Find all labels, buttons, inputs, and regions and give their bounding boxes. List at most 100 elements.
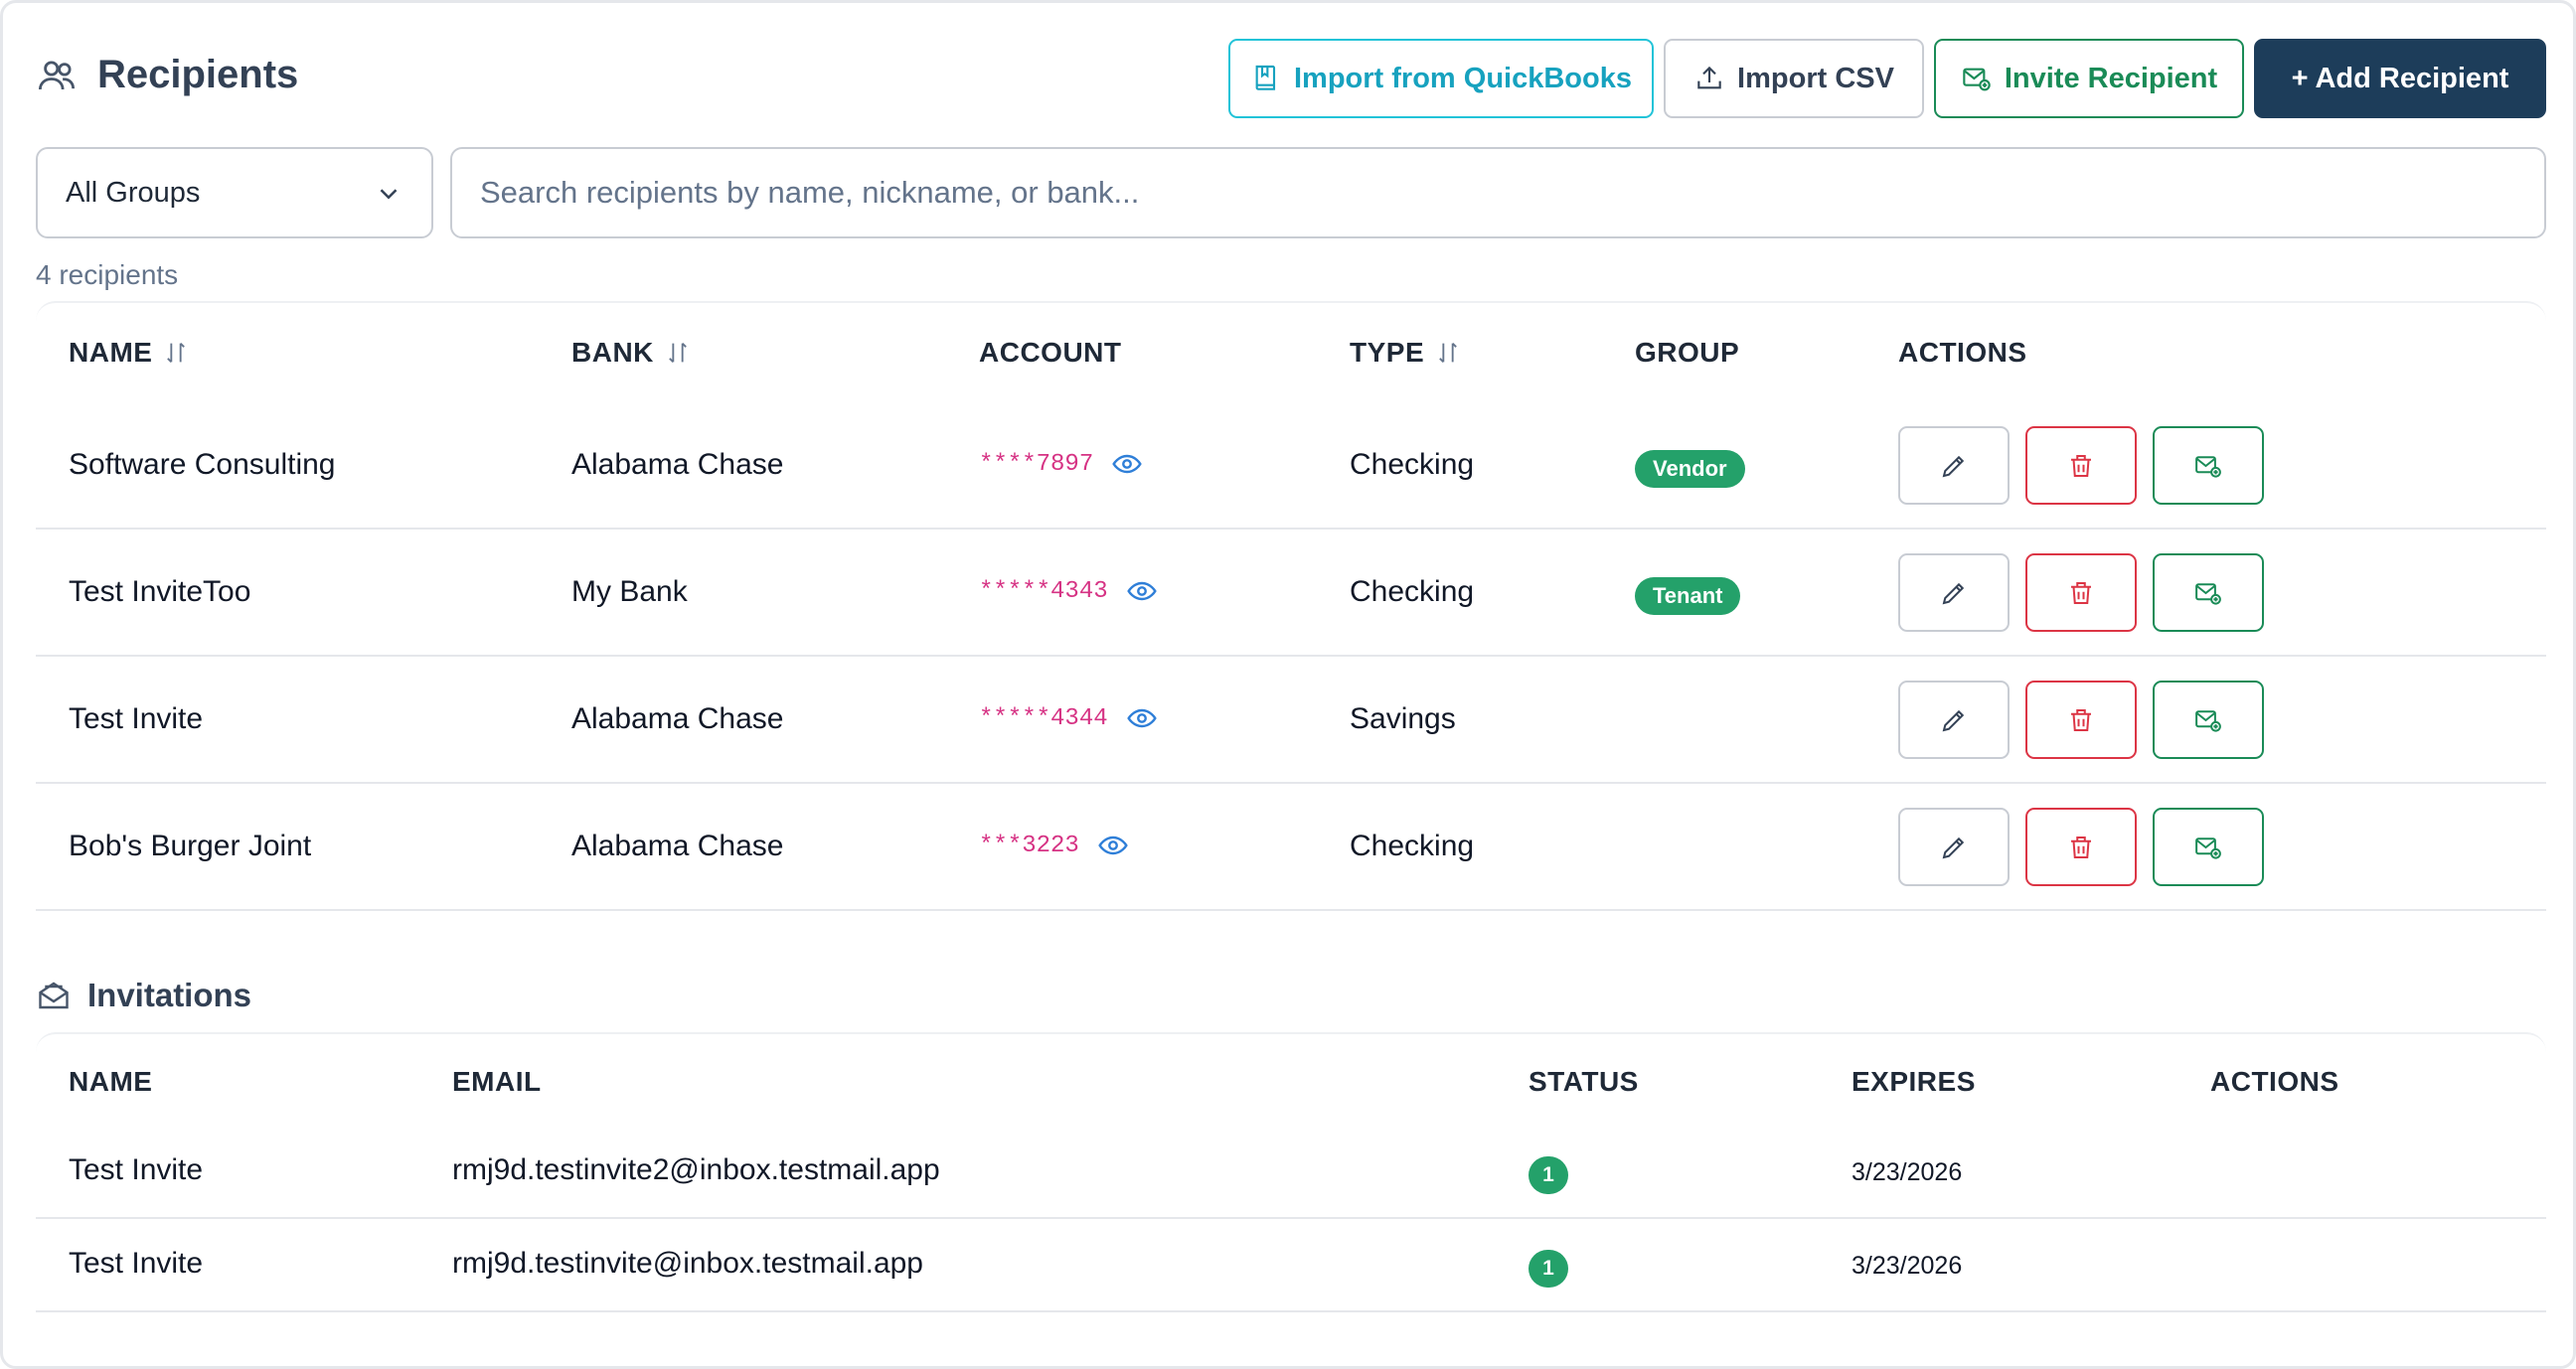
inv-col-name-header: NAME — [69, 1066, 152, 1098]
users-icon — [38, 60, 76, 89]
invite-recipient-label: Invite Recipient — [2004, 62, 2218, 94]
account-masked: *****4344 — [979, 704, 1108, 732]
row-actions — [1898, 426, 2264, 505]
invitation-name: Test Invite — [69, 1247, 204, 1280]
sort-icon — [167, 343, 186, 363]
trash-icon — [2071, 836, 2091, 858]
col-account-header: ACCOUNT — [979, 337, 1122, 369]
add-recipient-button[interactable]: + Add Recipient — [2254, 39, 2546, 118]
recipient-type: Savings — [1350, 702, 1456, 735]
invitation-row: Test Invite rmj9d.testinvite2@inbox.test… — [36, 1126, 2546, 1219]
trash-icon — [2071, 708, 2091, 731]
col-bank-label: BANK — [571, 337, 654, 368]
invitation-email: rmj9d.testinvite@inbox.testmail.app — [452, 1247, 923, 1280]
add-recipient-label: + Add Recipient — [2291, 62, 2509, 94]
delete-button[interactable] — [2025, 681, 2137, 759]
table-row: Software Consulting Alabama Chase ****78… — [36, 402, 2546, 530]
mail-plus-icon — [2195, 582, 2221, 605]
table-header: NAME BANK ACCOUNT TYPE GROUP ACTIONS — [36, 303, 2546, 402]
col-group-label: GROUP — [1635, 337, 1740, 368]
chevron-down-icon — [380, 189, 398, 200]
mail-plus-icon — [1963, 68, 1991, 91]
eye-icon[interactable] — [1126, 575, 1158, 607]
import-csv-button[interactable]: Import CSV — [1664, 39, 1924, 118]
recipients-card: Recipients Import from QuickBooks Import… — [0, 0, 2576, 1369]
row-actions — [1898, 681, 2264, 759]
delete-button[interactable] — [2025, 808, 2137, 886]
mail-open-icon — [39, 982, 69, 1009]
account-cell: ****7897 — [979, 448, 1143, 480]
book-icon — [1255, 65, 1276, 90]
send-invite-button[interactable] — [2153, 808, 2264, 886]
send-invite-button[interactable] — [2153, 681, 2264, 759]
mail-plus-icon — [2195, 455, 2221, 478]
trash-icon — [2071, 581, 2091, 604]
search-input[interactable] — [450, 147, 2546, 238]
table-row: Bob's Burger Joint Alabama Chase ***3223… — [36, 784, 2546, 911]
eye-icon[interactable] — [1126, 702, 1158, 734]
recipient-count: 4 recipients — [36, 259, 179, 290]
recipient-type: Checking — [1350, 575, 1475, 608]
delete-button[interactable] — [2025, 426, 2137, 505]
inv-col-email-label: EMAIL — [452, 1066, 542, 1097]
inv-col-expires-header: EXPIRES — [1852, 1066, 1976, 1098]
sort-icon — [1439, 343, 1457, 363]
invitations-header: NAME EMAIL STATUS EXPIRES ACTIONS — [36, 1034, 2546, 1134]
row-actions — [1898, 808, 2264, 886]
table-row: Test InviteToo My Bank *****4343 Checkin… — [36, 530, 2546, 657]
eye-icon[interactable] — [1097, 830, 1129, 861]
pencil-icon — [1942, 582, 1965, 604]
recipients-table: NAME BANK ACCOUNT TYPE GROUP ACTIONS Sof… — [36, 301, 2546, 911]
account-cell: *****4344 — [979, 702, 1158, 734]
import-csv-label: Import CSV — [1737, 62, 1894, 94]
invitation-row: Test Invite rmj9d.testinvite@inbox.testm… — [36, 1219, 2546, 1312]
recipient-name: Bob's Burger Joint — [69, 830, 312, 862]
edit-button[interactable] — [1898, 681, 2010, 759]
invitation-name: Test Invite — [69, 1153, 204, 1186]
col-name-header[interactable]: NAME — [69, 337, 190, 369]
import-quickbooks-label: Import from QuickBooks — [1294, 62, 1632, 94]
row-actions — [1898, 553, 2264, 632]
inv-col-email-header: EMAIL — [452, 1066, 542, 1098]
edit-button[interactable] — [1898, 553, 2010, 632]
col-type-label: TYPE — [1350, 337, 1425, 368]
delete-button[interactable] — [2025, 553, 2137, 632]
col-bank-header[interactable]: BANK — [571, 337, 692, 369]
group-badge: Tenant — [1635, 577, 1741, 615]
group-select[interactable]: All Groups — [36, 147, 433, 238]
account-masked: ***3223 — [979, 832, 1079, 859]
account-cell: ***3223 — [979, 830, 1129, 861]
pencil-icon — [1942, 709, 1965, 731]
invite-recipient-button[interactable]: Invite Recipient — [1934, 39, 2244, 118]
col-type-header[interactable]: TYPE — [1350, 337, 1462, 369]
filter-row: All Groups — [36, 147, 2546, 238]
pencil-icon — [1942, 837, 1965, 858]
col-actions-label: ACTIONS — [1898, 337, 2027, 368]
recipient-bank: My Bank — [571, 575, 688, 608]
send-invite-button[interactable] — [2153, 426, 2264, 505]
recipient-bank: Alabama Chase — [571, 702, 784, 735]
eye-icon[interactable] — [1111, 448, 1143, 480]
col-name-label: NAME — [69, 337, 153, 368]
inv-col-actions-header: ACTIONS — [2210, 1066, 2339, 1098]
invitations-title-label: Invitations — [87, 977, 252, 1013]
inv-col-actions-label: ACTIONS — [2210, 1066, 2339, 1097]
inv-col-status-header: STATUS — [1529, 1066, 1639, 1098]
status-badge: 1 — [1529, 1250, 1568, 1288]
table-row: Test Invite Alabama Chase *****4344 Savi… — [36, 657, 2546, 784]
invitations-title: Invitations — [36, 977, 251, 1014]
recipient-name: Test InviteToo — [69, 575, 251, 608]
status-badge: 1 — [1529, 1156, 1568, 1194]
page-header: Recipients Import from QuickBooks Import… — [36, 39, 2546, 118]
import-quickbooks-button[interactable]: Import from QuickBooks — [1228, 39, 1654, 118]
account-masked: *****4343 — [979, 577, 1108, 605]
edit-button[interactable] — [1898, 426, 2010, 505]
sort-icon — [669, 343, 687, 363]
send-invite-button[interactable] — [2153, 553, 2264, 632]
upload-icon — [1697, 66, 1721, 89]
recipient-bank: Alabama Chase — [571, 448, 784, 481]
inv-col-expires-label: EXPIRES — [1852, 1066, 1976, 1097]
inv-col-name-label: NAME — [69, 1066, 153, 1097]
recipient-type: Checking — [1350, 830, 1475, 862]
edit-button[interactable] — [1898, 808, 2010, 886]
